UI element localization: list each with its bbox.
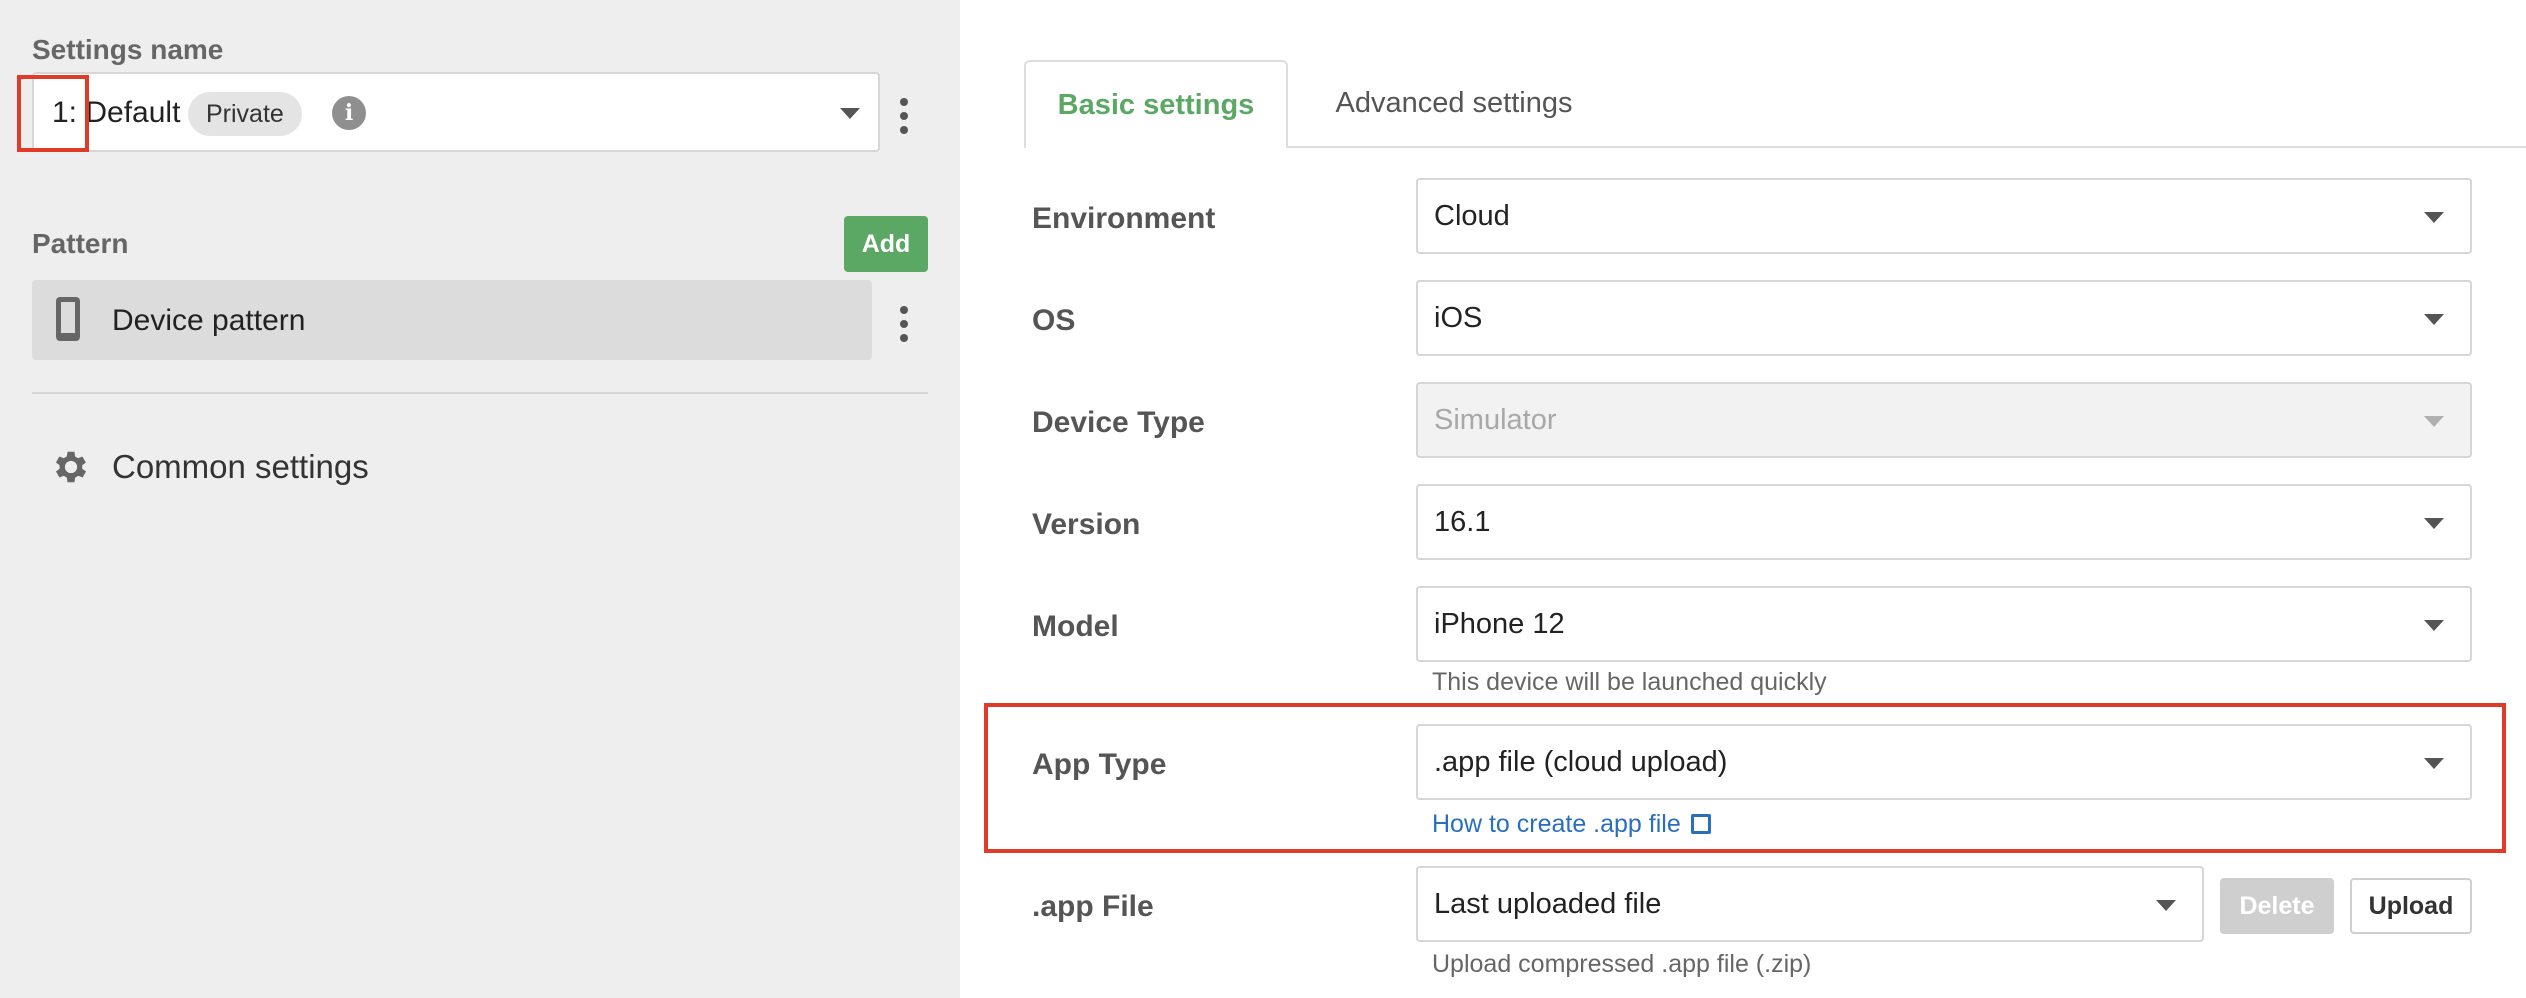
version-select[interactable]: 16.1 — [1416, 484, 2472, 560]
version-value: 16.1 — [1434, 506, 1491, 538]
chevron-down-icon — [840, 108, 860, 119]
app-file-hint: Upload compressed .app file (.zip) — [1432, 950, 1812, 978]
private-badge: Private — [188, 92, 302, 136]
os-value: iOS — [1434, 302, 1483, 334]
info-icon[interactable]: i — [332, 96, 366, 130]
gear-icon — [55, 451, 87, 483]
upload-button[interactable]: Upload — [2350, 878, 2472, 934]
settings-name-label: Settings name — [32, 34, 224, 65]
more-vertical-icon[interactable] — [900, 98, 910, 140]
pattern-item-label: Device pattern — [112, 304, 306, 337]
device-type-value: Simulator — [1434, 404, 1557, 436]
chevron-down-icon — [2424, 518, 2444, 529]
model-label: Model — [1032, 610, 1119, 643]
chevron-down-icon — [2424, 314, 2444, 325]
model-value: iPhone 12 — [1434, 608, 1565, 640]
tab-advanced-settings[interactable]: Advanced settings — [1300, 60, 1608, 146]
chevron-down-icon — [2424, 620, 2444, 631]
os-select[interactable]: iOS — [1416, 280, 2472, 356]
environment-label: Environment — [1032, 202, 1216, 235]
app-file-value: Last uploaded file — [1434, 888, 1662, 920]
model-select[interactable]: iPhone 12 — [1416, 586, 2472, 662]
phone-icon — [56, 297, 80, 341]
more-vertical-icon[interactable] — [900, 306, 910, 348]
version-label: Version — [1032, 508, 1141, 541]
chevron-down-icon — [2156, 900, 2176, 911]
chevron-down-icon — [2424, 416, 2444, 427]
environment-value: Cloud — [1434, 200, 1510, 232]
annotation-highlight-box — [17, 75, 89, 152]
app-file-label: .app File — [1032, 890, 1154, 923]
device-type-label: Device Type — [1032, 406, 1205, 439]
settings-sidebar: Settings name 1: Default Private i Patte… — [0, 0, 960, 998]
add-pattern-button[interactable]: Add — [844, 216, 928, 272]
device-type-select: Simulator — [1416, 382, 2472, 458]
sidebar-divider — [32, 392, 928, 394]
delete-button[interactable]: Delete — [2220, 878, 2334, 934]
pattern-label: Pattern — [32, 228, 129, 259]
model-hint: This device will be launched quickly — [1432, 668, 1827, 696]
common-settings-link[interactable]: Common settings — [112, 448, 369, 486]
pattern-item-device[interactable]: Device pattern — [32, 280, 872, 360]
environment-select[interactable]: Cloud — [1416, 178, 2472, 254]
annotation-highlight-box — [984, 703, 2506, 853]
chevron-down-icon — [2424, 212, 2444, 223]
os-label: OS — [1032, 304, 1076, 337]
tab-basic-settings[interactable]: Basic settings — [1024, 60, 1288, 148]
settings-name-select[interactable]: 1: Default Private i — [32, 72, 880, 152]
app-file-select[interactable]: Last uploaded file — [1416, 866, 2204, 942]
